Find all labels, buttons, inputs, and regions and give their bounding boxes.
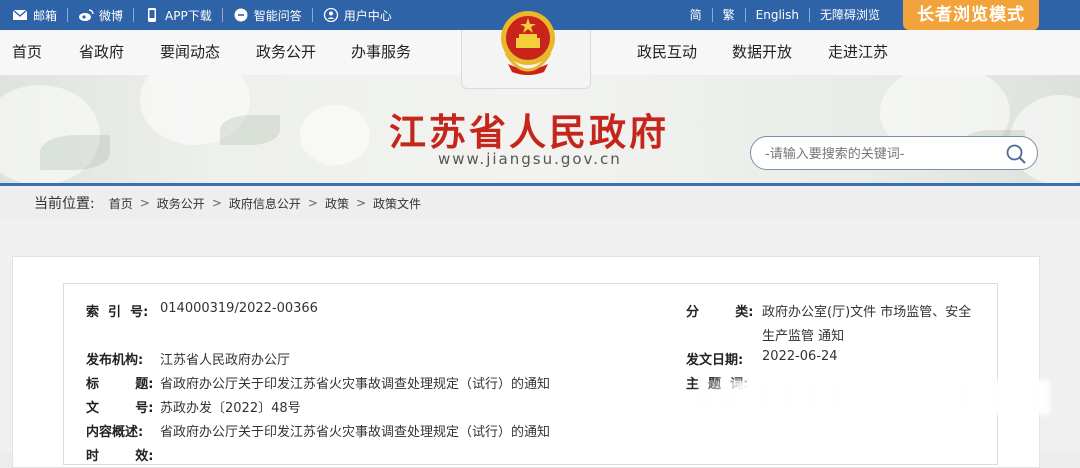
banner-flower bbox=[300, 105, 370, 165]
app-download-label: APP下载 bbox=[165, 8, 212, 23]
traditional-link[interactable]: 繁 bbox=[711, 8, 745, 22]
doc-number-value: 苏政办发〔2022〕48号 bbox=[160, 401, 301, 416]
mail-label: 邮箱 bbox=[33, 8, 58, 23]
doc-number-label: 文 号: bbox=[86, 401, 154, 416]
issue-date-value: 2022-06-24 bbox=[762, 349, 838, 364]
simplified-link[interactable]: 简 bbox=[680, 8, 712, 22]
elder-mode-button[interactable]: 长者浏览模式 bbox=[903, 0, 1039, 30]
user-center-link[interactable]: 用户中心 bbox=[323, 8, 402, 23]
lang-links: 简 繁 English 无障碍浏览 bbox=[680, 0, 890, 30]
nav-about-jiangsu[interactable]: 走进江苏 bbox=[828, 30, 888, 75]
index-value: 014000319/2022-00366 bbox=[160, 301, 318, 316]
weibo-icon bbox=[79, 9, 94, 21]
chat-icon bbox=[234, 8, 248, 22]
issuer-label: 发布机构: bbox=[86, 353, 144, 368]
phone-icon bbox=[148, 8, 157, 22]
breadcrumb-separator: > bbox=[355, 196, 367, 210]
breadcrumb-gov-affairs[interactable]: 政务公开 bbox=[157, 195, 205, 212]
search-box bbox=[750, 136, 1038, 170]
banner-leaf bbox=[220, 115, 280, 145]
site-url: www.jiangsu.gov.cn bbox=[438, 150, 622, 168]
nav-interaction[interactable]: 政民互动 bbox=[637, 30, 697, 75]
user-center-label: 用户中心 bbox=[343, 8, 392, 23]
category-value-line1: 政府办公室(厅)文件 市场监管、安全 bbox=[762, 305, 972, 320]
nav-home[interactable]: 首页 bbox=[12, 30, 42, 75]
category-label: 分 类: bbox=[686, 305, 754, 320]
breadcrumb-home[interactable]: 首页 bbox=[109, 195, 133, 212]
banner-leaf bbox=[40, 135, 110, 170]
breadcrumb-policy[interactable]: 政策 bbox=[325, 195, 349, 212]
user-icon bbox=[323, 8, 338, 22]
breadcrumb-policy-docs[interactable]: 政策文件 bbox=[373, 195, 421, 212]
breadcrumb-label: 当前位置: bbox=[34, 196, 95, 212]
accessibility-link[interactable]: 无障碍浏览 bbox=[808, 8, 890, 22]
nav-province-gov[interactable]: 省政府 bbox=[79, 30, 124, 75]
issue-date-label: 发文日期: bbox=[686, 353, 744, 368]
top-links: 邮箱 微博 APP下载 智能问答 用户中心 bbox=[12, 0, 412, 30]
breadcrumb: 当前位置: 首页 > 政务公开 > 政府信息公开 > 政策 > 政策文件 bbox=[0, 186, 1080, 220]
search-icon[interactable] bbox=[1005, 143, 1027, 165]
qa-link[interactable]: 智能问答 bbox=[233, 8, 313, 23]
mail-link[interactable]: 邮箱 bbox=[12, 8, 69, 23]
breadcrumb-separator: > bbox=[211, 196, 222, 210]
index-label: 索 引 号: bbox=[86, 305, 149, 320]
title-value: 省政府办公厅关于印发江苏省火灾事故调查处理规定（试行）的通知 bbox=[160, 377, 551, 392]
blur-overlay bbox=[690, 380, 1050, 415]
english-link[interactable]: English bbox=[744, 8, 809, 22]
category-value-line2: 生产监管 通知 bbox=[762, 329, 845, 344]
qa-label: 智能问答 bbox=[253, 8, 302, 23]
weibo-link[interactable]: 微博 bbox=[78, 8, 135, 23]
weibo-label: 微博 bbox=[99, 8, 124, 23]
app-download-link[interactable]: APP下载 bbox=[144, 8, 223, 23]
national-emblem-icon[interactable] bbox=[496, 8, 560, 78]
breadcrumb-separator: > bbox=[139, 196, 150, 210]
nav-gov-affairs[interactable]: 政务公开 bbox=[256, 30, 316, 75]
mail-icon bbox=[12, 9, 28, 20]
site-title: 江苏省人民政府 bbox=[389, 110, 669, 154]
nav-news[interactable]: 要闻动态 bbox=[160, 30, 220, 75]
summary-label: 内容概述: bbox=[86, 425, 144, 440]
nav-open-data[interactable]: 数据开放 bbox=[732, 30, 792, 75]
breadcrumb-separator: > bbox=[307, 196, 318, 210]
nav-services[interactable]: 办事服务 bbox=[351, 30, 411, 75]
issuer-value: 江苏省人民政府办公厅 bbox=[160, 353, 291, 368]
breadcrumb-info-disclosure[interactable]: 政府信息公开 bbox=[229, 195, 301, 212]
summary-value: 省政府办公厅关于印发江苏省火灾事故调查处理规定（试行）的通知 bbox=[160, 425, 551, 440]
title-label: 标 题: bbox=[86, 377, 154, 392]
validity-label: 时 效: bbox=[86, 449, 154, 464]
search-input[interactable] bbox=[763, 143, 997, 165]
